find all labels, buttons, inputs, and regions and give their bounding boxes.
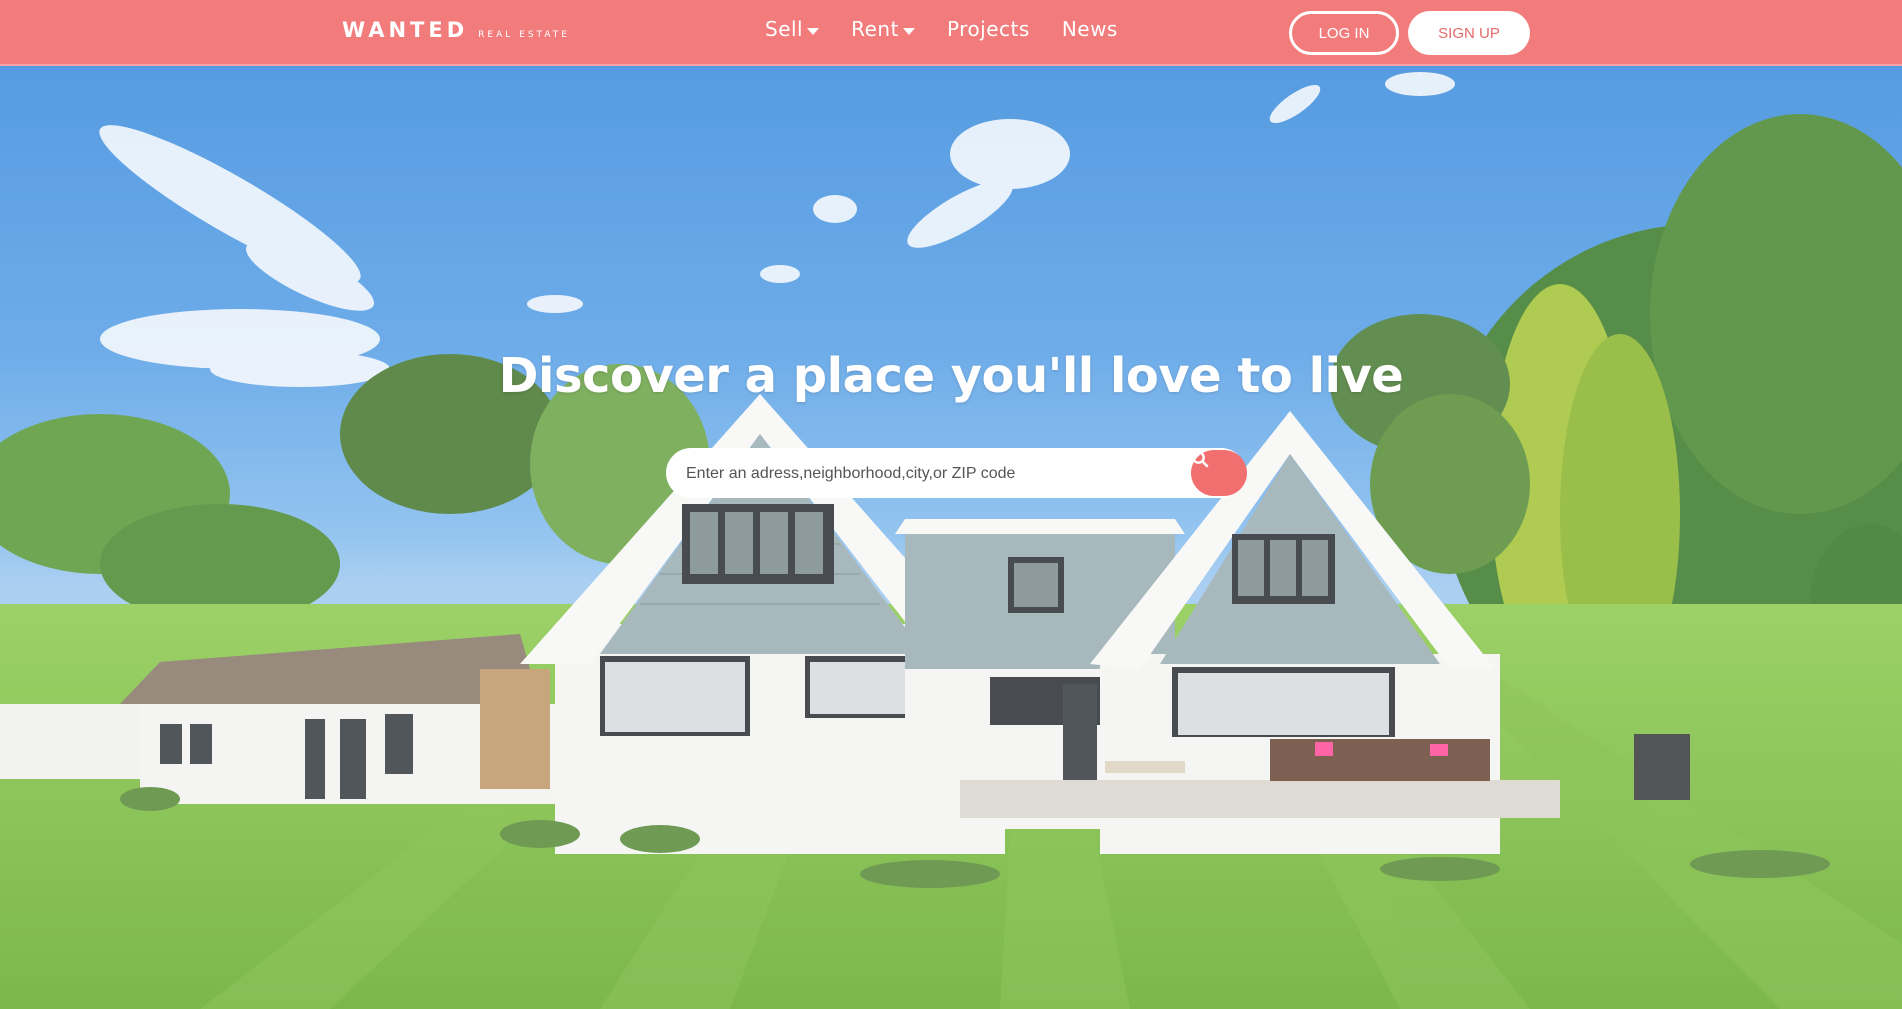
search-bar — [666, 448, 1247, 500]
hero-background-image — [0, 64, 1902, 1009]
nav-item-rent[interactable]: Rent — [851, 17, 915, 41]
search-input[interactable] — [684, 448, 1188, 500]
nav-item-label: News — [1061, 17, 1118, 41]
nav-item-label: Sell — [765, 17, 804, 41]
brand-logo[interactable]: WANTED REAL ESTATE — [342, 18, 570, 44]
navbar: WANTED REAL ESTATE Sell Rent Projects Ne… — [0, 0, 1902, 66]
search-icon — [1192, 451, 1209, 468]
nav-item-label: Rent — [851, 17, 899, 41]
login-button[interactable]: LOG IN — [1289, 11, 1399, 55]
hero-title: Discover a place you'll love to live — [498, 348, 1404, 404]
nav-item-sell[interactable]: Sell — [765, 17, 820, 41]
nav-item-news[interactable]: News — [1062, 17, 1118, 41]
caret-down-icon — [807, 27, 820, 35]
brand-tagline: REAL ESTATE — [478, 30, 570, 40]
signup-button[interactable]: SIGN UP — [1408, 11, 1530, 55]
brand-name: WANTED — [342, 18, 469, 42]
nav-item-projects[interactable]: Projects — [947, 17, 1030, 41]
nav-item-label: Projects — [946, 17, 1030, 41]
main-nav: Sell Rent Projects News — [765, 17, 1150, 41]
caret-down-icon — [902, 27, 915, 35]
hero-section: Discover a place you'll love to live — [0, 64, 1902, 1009]
search-button[interactable] — [1191, 450, 1247, 496]
